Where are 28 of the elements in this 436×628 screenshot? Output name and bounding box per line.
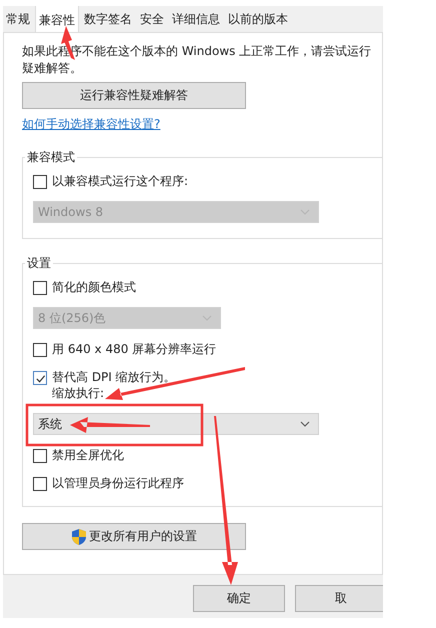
checkbox-label: 以管理员身份运行此程序 (52, 475, 184, 491)
checkbox[interactable] (33, 371, 47, 385)
checkbox-label: 以兼容模式运行这个程序: (52, 173, 188, 189)
chevron-icon (300, 421, 310, 427)
checkbox[interactable] (33, 175, 47, 189)
dialog-button[interactable]: 取 (295, 585, 383, 612)
checkbox-label: 替代高 DPI 缩放行为。 (52, 369, 176, 385)
checkbox[interactable] (33, 281, 47, 295)
checkbox-label: 简化的颜色模式 (52, 279, 136, 295)
dropdown[interactable]: 系统 (33, 413, 319, 435)
checkbox[interactable] (33, 477, 47, 491)
dialog-button[interactable]: 确定 (193, 585, 285, 612)
checkbox[interactable] (33, 449, 47, 463)
checkbox[interactable] (33, 343, 47, 357)
troubleshoot-button[interactable]: 运行兼容性疑难解答 (22, 82, 246, 109)
checkbox-label: 缩放执行: (52, 385, 104, 401)
tab[interactable]: 数字签名 (81, 6, 135, 32)
tab[interactable]: 常规 (3, 6, 33, 32)
tab[interactable]: 以前的版本 (225, 6, 291, 32)
checkbox-label: 禁用全屏优化 (52, 447, 124, 463)
change-settings-button[interactable]: 更改所有用户的设置 (22, 523, 246, 550)
checkbox-label: 用 640 x 480 屏幕分辨率运行 (52, 341, 216, 357)
shield-icon (71, 528, 87, 546)
tab[interactable]: 兼容性 (35, 6, 79, 32)
tab[interactable]: 详细信息 (169, 6, 223, 32)
description-text: 疑难解答。 (22, 60, 83, 77)
help-link[interactable]: 如何手动选择兼容性设置? (22, 117, 160, 131)
tab[interactable]: 安全 (137, 6, 167, 32)
